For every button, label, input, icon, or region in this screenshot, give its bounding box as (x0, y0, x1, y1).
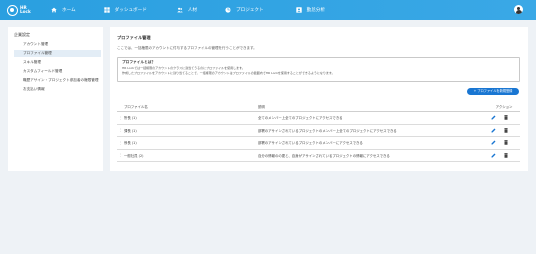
nav-item-people[interactable]: 人材 (177, 7, 197, 13)
home-icon (51, 7, 57, 13)
row-actions (488, 115, 520, 120)
nav-item-project[interactable]: プロジェクト (225, 7, 264, 13)
profile-name: 係長 (1) (124, 141, 137, 146)
nav-label-project: プロジェクト (236, 8, 264, 13)
nav-item-analysis[interactable]: 勤怠分析 (295, 7, 325, 13)
info-line-1: HR Lockでは一括権限のアカウントのクラスに割当てうるのにプロファイルを使用… (122, 66, 245, 71)
delete-icon[interactable] (504, 152, 508, 158)
sidebar-item-permissions[interactable]: 職歴アサイン・プロジェクト参加者の権限管理 (14, 77, 101, 84)
people-icon (177, 7, 183, 13)
user-avatar[interactable] (514, 5, 523, 14)
top-navigation-bar: HR Lock ホーム ダッシュボード 人材 プロジェクト 勤怠分析 (0, 0, 536, 20)
info-line-2: 作成したプロファイルをアカウントに割り当てることで、一括権限のアカウントはプロフ… (122, 71, 335, 76)
page-title: プロファイル管理 (117, 35, 151, 40)
sidebar-item-billing[interactable]: お支払い情報 (14, 86, 101, 93)
edit-icon[interactable] (491, 153, 496, 158)
table-row: ⋮ 所長 (1) 全てのメンバー上全てのプロジェクトにアクセスできる (117, 112, 520, 125)
table-row: ⋮ 課長 (1) 部署のアサインされているプロジェクトのメンバー上全てのプロジェ… (117, 125, 520, 137)
nav-item-home[interactable]: ホーム (51, 7, 76, 13)
header-description: 説明 (258, 105, 265, 109)
nav-label-dashboard: ダッシュボード (114, 8, 147, 13)
profile-name: 所長 (1) (124, 116, 137, 121)
header-profile-name[interactable]: プロファイル名 (124, 103, 258, 111)
drag-handle-icon[interactable]: ⋮ (117, 128, 124, 132)
sidebar-item-profile[interactable]: プロファイル管理 (14, 50, 101, 57)
sidebar-item-account[interactable]: アカウント管理 (14, 41, 101, 48)
app-logo[interactable]: HR Lock (7, 4, 41, 16)
dashboard-icon (103, 7, 110, 13)
settings-sidebar: 企業設定 アカウント管理 プロファイル管理 スキル管理 カスタムフィールド管理 … (8, 27, 103, 171)
edit-icon[interactable] (491, 115, 496, 120)
drag-handle-icon[interactable]: ⋮ (117, 153, 124, 157)
drag-handle-icon[interactable]: ⋮ (117, 116, 124, 120)
sidebar-item-custom-field[interactable]: カスタムフィールド管理 (14, 68, 101, 75)
delete-icon[interactable] (504, 115, 508, 120)
nav-label-home: ホーム (62, 8, 76, 13)
project-icon (225, 7, 231, 13)
profile-description: 全てのメンバー上全てのプロジェクトにアクセスできる (258, 116, 343, 121)
profile-name: 一般社員 (2) (124, 153, 144, 158)
row-actions (488, 152, 520, 158)
logo-text-line2: Lock (20, 9, 31, 14)
nav-label-analysis: 勤怠分析 (306, 8, 325, 13)
profile-description: 自分の情報のの更と、自身がアサインされているプロジェクトの情報にアクセスできる (258, 153, 390, 158)
page-subtitle: ここでは、一括権限のアカウントに付与するプロファイルの管理を行うことができます。 (117, 46, 257, 50)
sidebar-title: 企業設定 (14, 32, 30, 37)
profile-description: 部署のアサインされているプロジェクトのメンバー上全てのプロジェクトにアクセスでき… (258, 128, 397, 133)
profile-description: 部署のアサインされているプロジェクトのメンバーにアクセスできる (258, 141, 363, 146)
edit-icon[interactable] (491, 140, 496, 145)
table-row: ⋮ 一般社員 (2) 自分の情報のの更と、自身がアサインされているプロジェクトの… (117, 150, 520, 162)
nav-label-people: 人材 (187, 8, 198, 13)
main-panel: プロファイル管理 ここでは、一括権限のアカウントに付与するプロファイルの管理を行… (110, 27, 528, 171)
add-profile-button[interactable]: + プロファイルを新規登録 (467, 88, 519, 95)
info-box: プロファイルとは？ HR Lockでは一括権限のアカウントのクラスに割当てうるの… (117, 57, 520, 82)
nav-item-dashboard[interactable]: ダッシュボード (103, 7, 147, 13)
header-actions: アクション (495, 104, 513, 109)
delete-icon[interactable] (504, 140, 508, 145)
analysis-icon (295, 7, 302, 13)
main-nav: ホーム ダッシュボード 人材 プロジェクト 勤怠分析 (51, 7, 350, 13)
profile-name: 課長 (1) (124, 128, 137, 133)
sidebar-item-skill[interactable]: スキル管理 (14, 59, 101, 66)
drag-handle-icon[interactable]: ⋮ (117, 141, 124, 145)
row-actions (488, 127, 520, 133)
table-row: ⋮ 係長 (1) 部署のアサインされているプロジェクトのメンバーにアクセスできる (117, 137, 520, 150)
delete-icon[interactable] (504, 127, 508, 133)
table-header: プロファイル名 説明 アクション (117, 103, 520, 112)
edit-icon[interactable] (491, 128, 496, 133)
row-actions (488, 140, 520, 145)
logo-icon (7, 4, 18, 16)
profile-table: プロファイル名 説明 アクション ⋮ 所長 (1) 全てのメンバー上全てのプロジ… (117, 103, 520, 162)
info-heading: プロファイルとは？ (122, 60, 156, 64)
